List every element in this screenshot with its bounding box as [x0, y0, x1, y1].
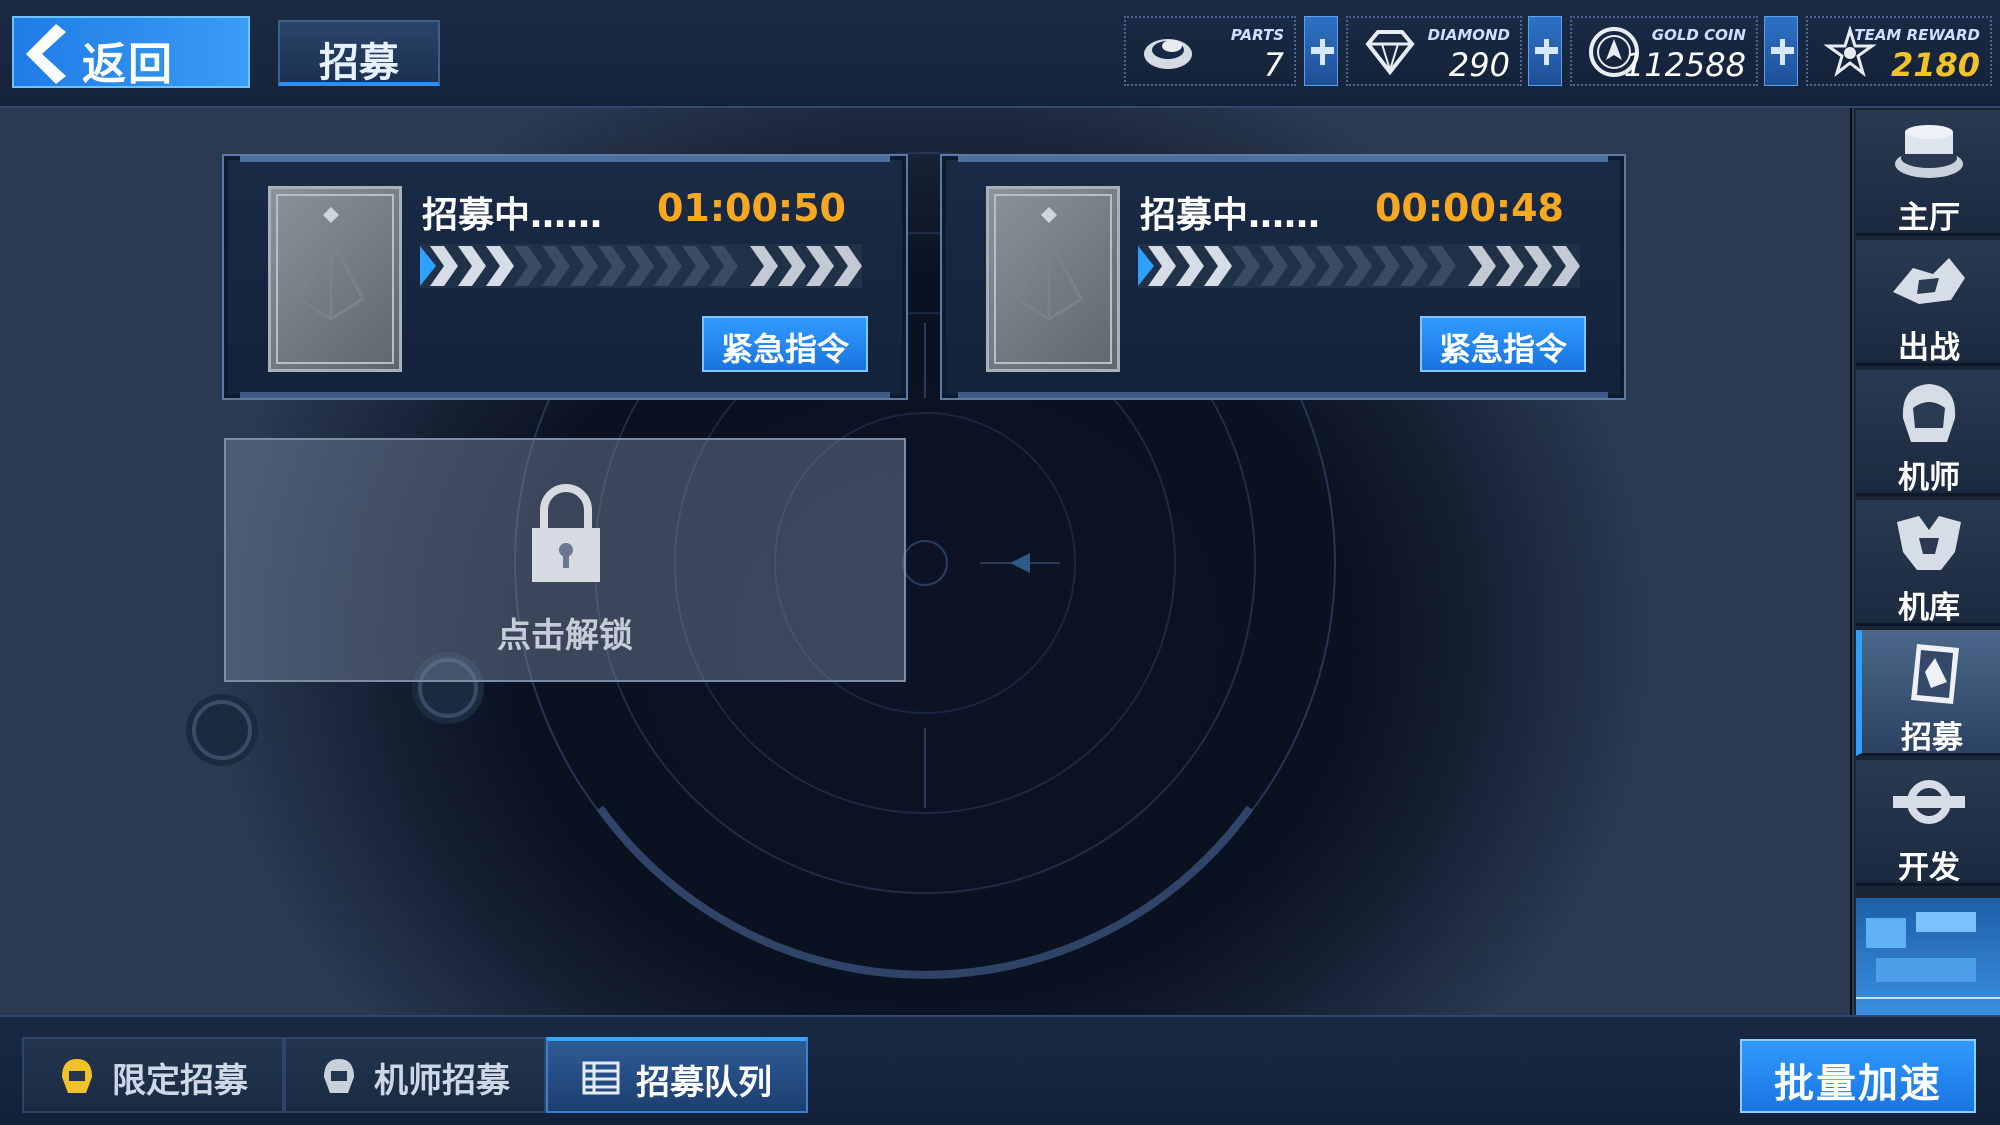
urgent-order-button[interactable]: 紧急指令	[702, 316, 868, 372]
recruit-icon	[1911, 644, 1959, 704]
pilot-card-back	[268, 186, 402, 372]
lock-icon	[532, 484, 600, 582]
progress-chevrons	[1138, 244, 1580, 288]
resource-gold-coin: GOLD COIN 112588	[1570, 16, 1758, 86]
resource-name: GOLD COIN	[1651, 26, 1746, 44]
urgent-order-label: 紧急指令	[1438, 330, 1567, 368]
add-diamond-button[interactable]	[1528, 16, 1562, 86]
pilot-icon	[1902, 384, 1956, 442]
add-parts-button[interactable]	[1304, 16, 1338, 86]
minimap-thumbnail[interactable]	[1856, 898, 2000, 1015]
resource-diamond: DIAMOND 290	[1346, 16, 1522, 86]
pilot-card-back	[986, 186, 1120, 372]
recruit-status: 招募中……	[422, 195, 603, 236]
hall-icon	[1895, 125, 1963, 178]
sidebar-label: 机师	[1898, 460, 1960, 496]
tab-label: 招募队列	[636, 1063, 772, 1103]
chevron-left-icon	[26, 24, 66, 84]
tab-label: 限定招募	[112, 1061, 248, 1101]
back-button[interactable]: 返回	[12, 16, 250, 90]
resource-name: PARTS	[1230, 26, 1284, 44]
resource-team-reward: TEAM REWARD 2180	[1806, 16, 1992, 86]
card-frame-bottom	[958, 392, 1608, 398]
progress-chevrons	[420, 244, 862, 288]
diamond-icon	[1365, 30, 1415, 76]
recruit-timer: 01:00:50	[656, 186, 846, 230]
emblem-icon	[994, 194, 1112, 364]
sidebar-item-hall[interactable]: 主厅	[1856, 110, 2000, 236]
batch-speedup-label: 批量加速	[1774, 1061, 1942, 1107]
sidebar-label: 主厅	[1898, 200, 1960, 236]
sidebar-item-recruit[interactable]: 招募	[1856, 630, 2000, 756]
resource-value: 7	[1263, 46, 1284, 84]
tab-limited-recruit[interactable]: 限定招募	[22, 1037, 284, 1113]
resource-name: DIAMOND	[1427, 26, 1510, 44]
sidebar-label: 招募	[1901, 720, 1963, 756]
card-frame-top	[958, 156, 1608, 162]
resource-name: TEAM REWARD	[1854, 26, 1980, 44]
urgent-order-label: 紧急指令	[720, 330, 849, 368]
sidebar-label: 出战	[1898, 330, 1960, 366]
card-frame-bottom	[240, 392, 890, 398]
batch-speedup-button[interactable]: 批量加速	[1740, 1039, 1976, 1113]
resource-value: 290	[1448, 46, 1510, 84]
page-title: 招募	[319, 40, 399, 86]
add-gold-button[interactable]	[1764, 16, 1798, 86]
unlock-label: 点击解锁	[497, 616, 633, 656]
recruit-status: 招募中……	[1140, 195, 1321, 236]
queue-list-icon	[582, 1061, 620, 1095]
tab-label: 机师招募	[374, 1061, 510, 1101]
resource-value: 2180	[1890, 46, 1980, 84]
page-title-tab: 招募	[278, 20, 440, 86]
develop-icon	[1893, 780, 1965, 824]
urgent-order-button[interactable]: 紧急指令	[1420, 316, 1586, 372]
pilot-recruit-icon	[324, 1059, 354, 1093]
tab-recruit-queue[interactable]: 招募队列	[546, 1037, 808, 1113]
card-frame-top	[240, 156, 890, 162]
base-map-icon	[1856, 912, 2000, 999]
sortie-icon	[1893, 258, 1965, 304]
parts-icon	[1144, 39, 1192, 69]
sidebar-item-hangar[interactable]: 机库	[1856, 500, 2000, 626]
queue-card: 招募中…… 00:00:48 紧急指令	[940, 154, 1626, 400]
recruit-timer: 00:00:48	[1374, 186, 1564, 230]
locked-queue-slot[interactable]: 点击解锁	[224, 438, 906, 682]
bottom-bar: 限定招募 机师招募 招募队列 批量加速	[0, 1015, 2000, 1125]
limited-recruit-icon	[62, 1059, 92, 1093]
sidebar-label: 机库	[1898, 590, 1960, 626]
top-bar: 返回 招募 PARTS 7 DIAMOND 290 GOLD COIN 1125…	[0, 0, 2000, 108]
resource-value: 112588	[1623, 46, 1746, 84]
queue-card: 招募中…… 01:00:50 紧急指令	[222, 154, 908, 400]
tab-pilot-recruit[interactable]: 机师招募	[284, 1037, 546, 1113]
hangar-icon	[1897, 516, 1961, 570]
resource-parts: PARTS 7	[1124, 16, 1296, 86]
sidebar-item-sortie[interactable]: 出战	[1856, 240, 2000, 366]
sidebar-label: 开发	[1898, 850, 1960, 886]
emblem-icon	[276, 194, 394, 364]
back-label: 返回	[82, 39, 174, 90]
sidebar-item-pilot[interactable]: 机师	[1856, 370, 2000, 496]
sidebar-item-develop[interactable]: 开发	[1856, 760, 2000, 886]
right-sidebar: 主厅 出战 机师 机库 招募 开发	[1852, 108, 2000, 1015]
